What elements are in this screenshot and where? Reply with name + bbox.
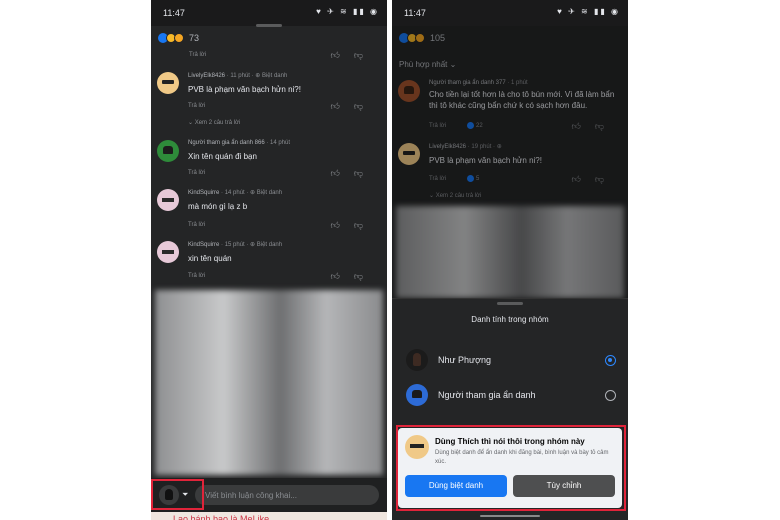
dislike-icon[interactable]: 👎︎ bbox=[354, 101, 377, 111]
dislike-icon[interactable]: 👎︎ bbox=[354, 168, 377, 178]
comment-actions: 👍︎👎︎ bbox=[330, 101, 377, 112]
reply-link[interactable]: Trả lời bbox=[188, 273, 205, 279]
comment-text: xin tên quán bbox=[188, 254, 232, 263]
identity-option-anonymous[interactable]: Người tham gia ẩn danh bbox=[406, 384, 616, 410]
avatar[interactable] bbox=[157, 241, 179, 263]
blurred-image bbox=[155, 290, 383, 475]
dislike-icon[interactable]: 👎︎ bbox=[354, 220, 377, 230]
comment-actions: 👍︎👎︎ bbox=[330, 271, 377, 282]
identity-label: Người tham gia ẩn danh bbox=[438, 390, 536, 400]
comment-actions: 👍︎👎︎ bbox=[330, 220, 377, 231]
sheet-title: Danh tính trong nhóm bbox=[471, 315, 549, 324]
dislike-icon[interactable]: 👎︎ bbox=[354, 271, 377, 281]
reply-link[interactable]: Trả lời bbox=[188, 170, 205, 176]
identity-label: Như Phượng bbox=[438, 355, 491, 365]
comment-meta: · 14 phút · ⊕ Biệt danh bbox=[221, 190, 283, 196]
comment-author[interactable]: LivelyElk8426 bbox=[188, 73, 225, 79]
status-bar: 11:47 ♥ ✈ ≋ ▮▮ ◉ bbox=[151, 0, 387, 26]
sad-reaction-icon bbox=[174, 33, 184, 43]
left-phone-screen: 11:47 ♥ ✈ ≋ ▮▮ ◉ 73 Trả lời 👍︎👎︎ LivelyE… bbox=[151, 0, 387, 520]
comment-meta: · 15 phút · ⊕ Biệt danh bbox=[221, 242, 283, 248]
identity-option-profile[interactable]: Như Phượng bbox=[406, 349, 616, 375]
highlight-box bbox=[151, 479, 204, 510]
radio-selected[interactable] bbox=[605, 355, 616, 366]
comment-actions: 👍︎👎︎ bbox=[330, 50, 377, 61]
avatar[interactable] bbox=[157, 189, 179, 211]
status-bar: 11:47 ♥ ✈ ≋ ▮▮ ◉ bbox=[392, 0, 628, 26]
comment-author[interactable]: KindSquirre bbox=[188, 190, 219, 196]
reply-link[interactable]: Trả lời bbox=[189, 52, 206, 58]
see-replies-link[interactable]: ⌄ Xem 2 câu trả lời bbox=[188, 119, 240, 126]
comment-text: Xin tên quán đi bạn bbox=[188, 152, 257, 161]
anonymous-avatar-icon[interactable] bbox=[157, 140, 179, 162]
like-icon[interactable]: 👍︎ bbox=[330, 101, 353, 111]
comment-meta: · 11 phút · ⊕ Biệt danh bbox=[226, 73, 288, 79]
like-icon[interactable]: 👍︎ bbox=[330, 271, 353, 281]
reactions-summary[interactable]: 73 bbox=[158, 33, 199, 43]
comment-author[interactable]: KindSquirre bbox=[188, 242, 219, 248]
highlight-box bbox=[396, 425, 626, 511]
comment-text: mà món gì lạ z b bbox=[188, 202, 248, 211]
reaction-count: 73 bbox=[189, 33, 200, 43]
comment-text: PVB là phạm văn bạch hửn ni?! bbox=[188, 85, 301, 94]
status-icons: ♥ ✈ ≋ ▮▮ ◉ bbox=[316, 7, 379, 16]
clock: 11:47 bbox=[163, 8, 185, 18]
drag-handle[interactable] bbox=[256, 24, 282, 27]
anonymous-avatar-icon bbox=[406, 384, 428, 406]
dim-overlay[interactable] bbox=[392, 26, 628, 298]
status-icons: ♥ ✈ ≋ ▮▮ ◉ bbox=[557, 7, 620, 16]
comment-input[interactable]: Viết bình luận công khai... bbox=[195, 485, 379, 505]
like-icon[interactable]: 👍︎ bbox=[330, 220, 353, 230]
comment-author[interactable]: Người tham gia ẩn danh 866 bbox=[188, 140, 265, 146]
clock: 11:47 bbox=[404, 8, 426, 18]
reply-link[interactable]: Trả lời bbox=[188, 222, 205, 228]
avatar[interactable] bbox=[157, 72, 179, 94]
radio-unselected[interactable] bbox=[605, 390, 616, 401]
comment-actions: 👍︎👎︎ bbox=[330, 168, 377, 179]
reply-link[interactable]: Trả lời bbox=[188, 103, 205, 109]
like-icon[interactable]: 👍︎ bbox=[330, 50, 353, 60]
comment-meta: · 14 phút bbox=[266, 140, 291, 146]
home-indicator bbox=[480, 515, 540, 517]
background-text: Lạo bánh bao là MeLike bbox=[151, 512, 387, 520]
avatar bbox=[406, 349, 428, 371]
dislike-icon[interactable]: 👎︎ bbox=[354, 50, 377, 60]
drag-handle[interactable] bbox=[497, 302, 523, 305]
like-icon[interactable]: 👍︎ bbox=[330, 168, 353, 178]
